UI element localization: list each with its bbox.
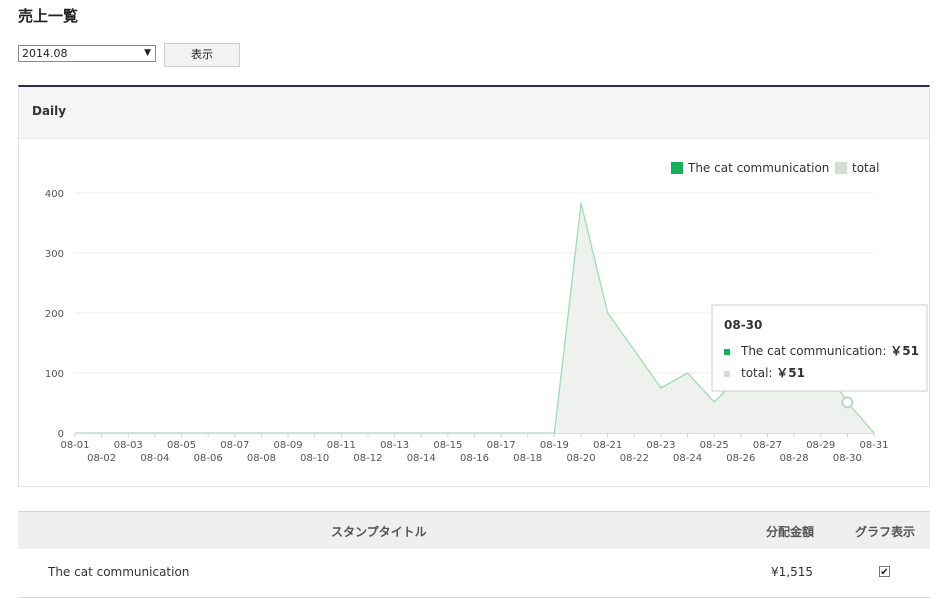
tooltip-swatch <box>724 349 730 355</box>
legend-swatch-total <box>835 162 847 174</box>
x-tick-label: 08-16 <box>460 453 489 464</box>
x-tick-label: 08-23 <box>646 440 675 451</box>
row-amount: ¥1,515 <box>771 565 813 579</box>
y-tick-label: 400 <box>45 189 64 200</box>
header-amount: 分配金額 <box>766 525 815 539</box>
x-tick-label: 08-12 <box>353 453 382 464</box>
x-tick-label: 08-05 <box>167 440 196 451</box>
x-tick-label: 08-15 <box>433 440 462 451</box>
x-tick-label: 08-24 <box>673 453 702 464</box>
panel-header: Daily <box>19 87 929 139</box>
y-tick-label: 100 <box>45 369 64 380</box>
legend-label-total: total <box>852 161 879 175</box>
x-tick-label: 08-22 <box>620 453 649 464</box>
table-row: The cat communication ¥1,515 ✔ <box>18 549 930 598</box>
tooltip-row: The cat communication: ￥51 <box>740 344 919 358</box>
x-tick-label: 08-03 <box>114 440 143 451</box>
x-tick-label: 08-06 <box>194 453 223 464</box>
y-tick-label: 300 <box>45 249 64 260</box>
x-tick-label: 08-01 <box>60 440 89 451</box>
x-tick-label: 08-29 <box>806 440 835 451</box>
page-title: 売上一覧 <box>18 7 79 25</box>
x-tick-label: 08-11 <box>327 440 356 451</box>
x-tick-label: 08-13 <box>380 440 409 451</box>
x-tick-label: 08-17 <box>487 440 516 451</box>
daily-panel: Daily 0 100 200 300 400 08-01 08-02 08-03 08-04 0… <box>18 85 930 487</box>
chart-area: 0 100 200 300 400 08-01 08-02 08-03 08-04 08-05 08… <box>19 139 929 489</box>
show-button[interactable]: 表示 <box>164 43 240 67</box>
panel-title: Daily <box>32 104 67 118</box>
x-tick-label: 08-28 <box>780 453 809 464</box>
header-graph-display: グラフ表示 <box>855 525 916 539</box>
daily-chart: 0 100 200 300 400 08-01 08-02 08-03 08-04 08-05 08… <box>45 161 928 464</box>
x-tick-label: 08-04 <box>140 453 169 464</box>
x-tick-label: 08-09 <box>274 440 303 451</box>
x-tick-label: 08-08 <box>247 453 276 464</box>
x-tick-label: 08-26 <box>726 453 755 464</box>
row-title: The cat communication <box>48 565 190 579</box>
x-tick-label: 08-20 <box>567 453 596 464</box>
month-select-value: 2014.08 <box>22 47 68 60</box>
tooltip-swatch <box>724 371 730 377</box>
x-tick-label: 08-19 <box>540 440 569 451</box>
x-tick-label: 08-27 <box>753 440 782 451</box>
tooltip-title: 08-30 <box>724 318 762 332</box>
x-tick-label: 08-14 <box>407 453 436 464</box>
legend-swatch-series <box>671 162 683 174</box>
y-tick-label: 0 <box>58 429 64 440</box>
x-tick-label: 08-30 <box>833 453 862 464</box>
y-tick-label: 200 <box>45 309 64 320</box>
highlight-point <box>841 396 854 409</box>
month-select[interactable]: 2014.08 ▼ <box>18 45 156 62</box>
table-header-row: スタンプタイトル 分配金額 グラフ表示 <box>18 511 930 549</box>
chevron-down-icon: ▼ <box>144 48 151 58</box>
x-tick-label: 08-02 <box>87 453 116 464</box>
header-stamp-title: スタンプタイトル <box>331 525 427 539</box>
tooltip-row: total: ￥51 <box>741 366 805 380</box>
x-tick-label: 08-31 <box>859 440 888 451</box>
legend-label-series: The cat communication <box>687 161 829 175</box>
graph-display-checkbox[interactable]: ✔ <box>879 566 890 578</box>
x-tick-label: 08-10 <box>300 453 329 464</box>
x-tick-label: 08-25 <box>700 440 729 451</box>
x-tick-label: 08-18 <box>513 453 542 464</box>
x-tick-label: 08-21 <box>593 440 622 451</box>
x-tick-label: 08-07 <box>220 440 249 451</box>
